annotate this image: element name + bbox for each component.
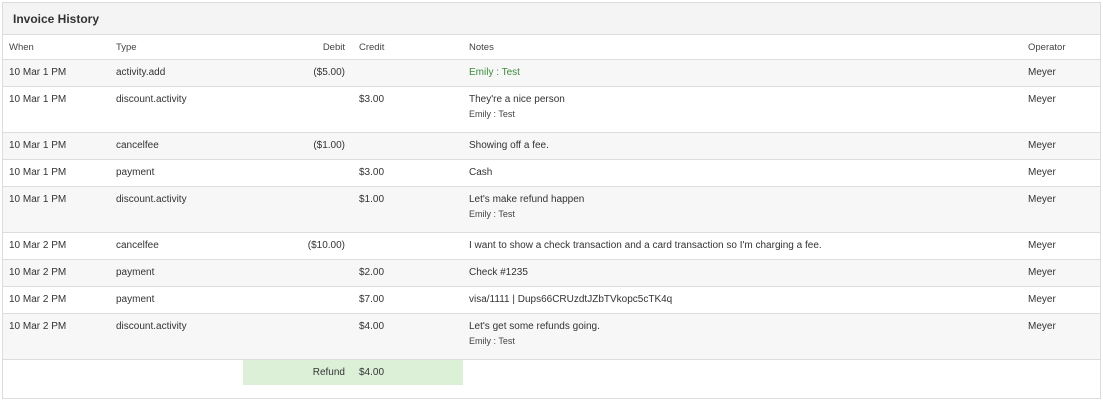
cell-type: payment [116, 267, 155, 278]
cell-operator: Meyer [1028, 94, 1056, 105]
table-row: 10 Mar 2 PM cancelfee ($10.00) I want to sh… [3, 233, 1100, 260]
cell-when: 10 Mar 1 PM [9, 167, 67, 178]
column-header-credit: Credit [359, 42, 385, 53]
cell-notes: Cash [469, 167, 492, 179]
panel-title: Invoice History [13, 11, 100, 26]
cell-operator: Meyer [1028, 294, 1056, 305]
cell-notes: visa/1111 | Dups66CRUzdtJZbTVkopc5cTK4q [469, 294, 672, 306]
table-row: 10 Mar 2 PM payment $7.00 visa/1111 | Dups6… [3, 287, 1100, 314]
note-author: Emily : Test [469, 336, 515, 346]
cell-operator: Meyer [1028, 321, 1056, 332]
cell-type: discount.activity [116, 94, 187, 105]
table-row: 10 Mar 1 PM activity.add ($5.00) Emily : Te… [3, 60, 1100, 87]
cell-operator: Meyer [1028, 240, 1056, 251]
cell-notes: Showing off a fee. [469, 140, 549, 152]
note-author: Emily : Test [469, 209, 515, 219]
cell-debit: ($1.00) [313, 140, 345, 151]
cell-when: 10 Mar 1 PM [9, 67, 67, 78]
cell-type: payment [116, 294, 155, 305]
note-text: Emily : Test [469, 67, 520, 78]
note-text: They're a nice person [469, 94, 565, 105]
cell-operator: Meyer [1028, 167, 1056, 178]
note-text: Check #1235 [469, 267, 528, 278]
cell-notes: Check #1235 [469, 267, 528, 279]
cell-credit: $3.00 [359, 167, 385, 178]
cell-operator: Meyer [1028, 267, 1056, 278]
cell-notes: Let's get some refunds going. Emily : Tes… [469, 321, 600, 347]
column-header-when: When [9, 42, 34, 53]
cell-type: activity.add [116, 67, 166, 78]
column-header-operator: Operator [1028, 42, 1066, 53]
cell-type: discount.activity [116, 194, 187, 205]
cell-debit: ($5.00) [313, 67, 345, 78]
cell-type: cancelfee [116, 140, 159, 151]
cell-when: 10 Mar 1 PM [9, 140, 67, 151]
cell-when: 10 Mar 2 PM [9, 321, 67, 332]
cell-credit: $4.00 [359, 321, 385, 332]
cell-credit: $1.00 [359, 194, 385, 205]
table-row: 10 Mar 1 PM cancelfee ($1.00) Showing off a… [3, 133, 1100, 160]
cell-when: 10 Mar 2 PM [9, 294, 67, 305]
refund-label: Refund [312, 367, 345, 378]
cell-credit: $3.00 [359, 94, 385, 105]
table-header-row: When Type Debit Credit Notes Operator [3, 35, 1100, 60]
table-row: 10 Mar 1 PM payment $3.00 Cash Meyer [3, 160, 1100, 187]
cell-operator: Meyer [1028, 140, 1056, 151]
note-text: visa/1111 | Dups66CRUzdtJZbTVkopc5cTK4q [469, 294, 673, 305]
table-row: 10 Mar 2 PM discount.activity $4.00 Let's g… [3, 314, 1100, 360]
note-author: Emily : Test [469, 109, 515, 119]
note-text: Showing off a fee. [469, 140, 549, 151]
cell-when: 10 Mar 2 PM [9, 267, 67, 278]
panel-header: Invoice History [3, 3, 1100, 35]
invoice-rows: 10 Mar 1 PM activity.add ($5.00) Emily : Te… [3, 60, 1100, 360]
cell-when: 10 Mar 1 PM [9, 194, 67, 205]
refund-value: $4.00 [359, 367, 385, 378]
cell-notes: They're a nice person Emily : Test [469, 94, 565, 120]
table-row: 10 Mar 2 PM payment $2.00 Check #1235 Meyer [3, 260, 1100, 287]
cell-credit: $2.00 [359, 267, 385, 278]
note-text: Let's make refund happen [469, 194, 585, 205]
table-row: 10 Mar 1 PM discount.activity $3.00 They're… [3, 87, 1100, 133]
cell-operator: Meyer [1028, 194, 1056, 205]
cell-credit: $7.00 [359, 294, 385, 305]
note-text: Let's get some refunds going. [469, 321, 600, 332]
table-row: 10 Mar 1 PM discount.activity $1.00 Let's m… [3, 187, 1100, 233]
cell-notes: Let's make refund happen Emily : Test [469, 194, 584, 220]
cell-operator: Meyer [1028, 67, 1056, 78]
cell-debit: ($10.00) [307, 240, 345, 251]
column-header-type: Type [116, 42, 137, 53]
cell-type: discount.activity [116, 321, 187, 332]
note-text: Cash [469, 167, 493, 178]
refund-box: Refund $4.00 [243, 360, 463, 385]
cell-when: 10 Mar 2 PM [9, 240, 67, 251]
note-text: I want to show a check transaction and a… [469, 240, 822, 251]
cell-notes: Emily : Test [469, 67, 520, 79]
cell-type: cancelfee [116, 240, 159, 251]
column-header-debit: Debit [322, 42, 345, 53]
invoice-history-panel: Invoice History When Type Debit Credit N… [2, 2, 1101, 399]
cell-when: 10 Mar 1 PM [9, 94, 67, 105]
column-header-notes: Notes [469, 42, 494, 53]
cell-notes: I want to show a check transaction and a… [469, 240, 822, 252]
refund-summary-row: Refund $4.00 [3, 360, 1100, 400]
cell-type: payment [116, 167, 155, 178]
